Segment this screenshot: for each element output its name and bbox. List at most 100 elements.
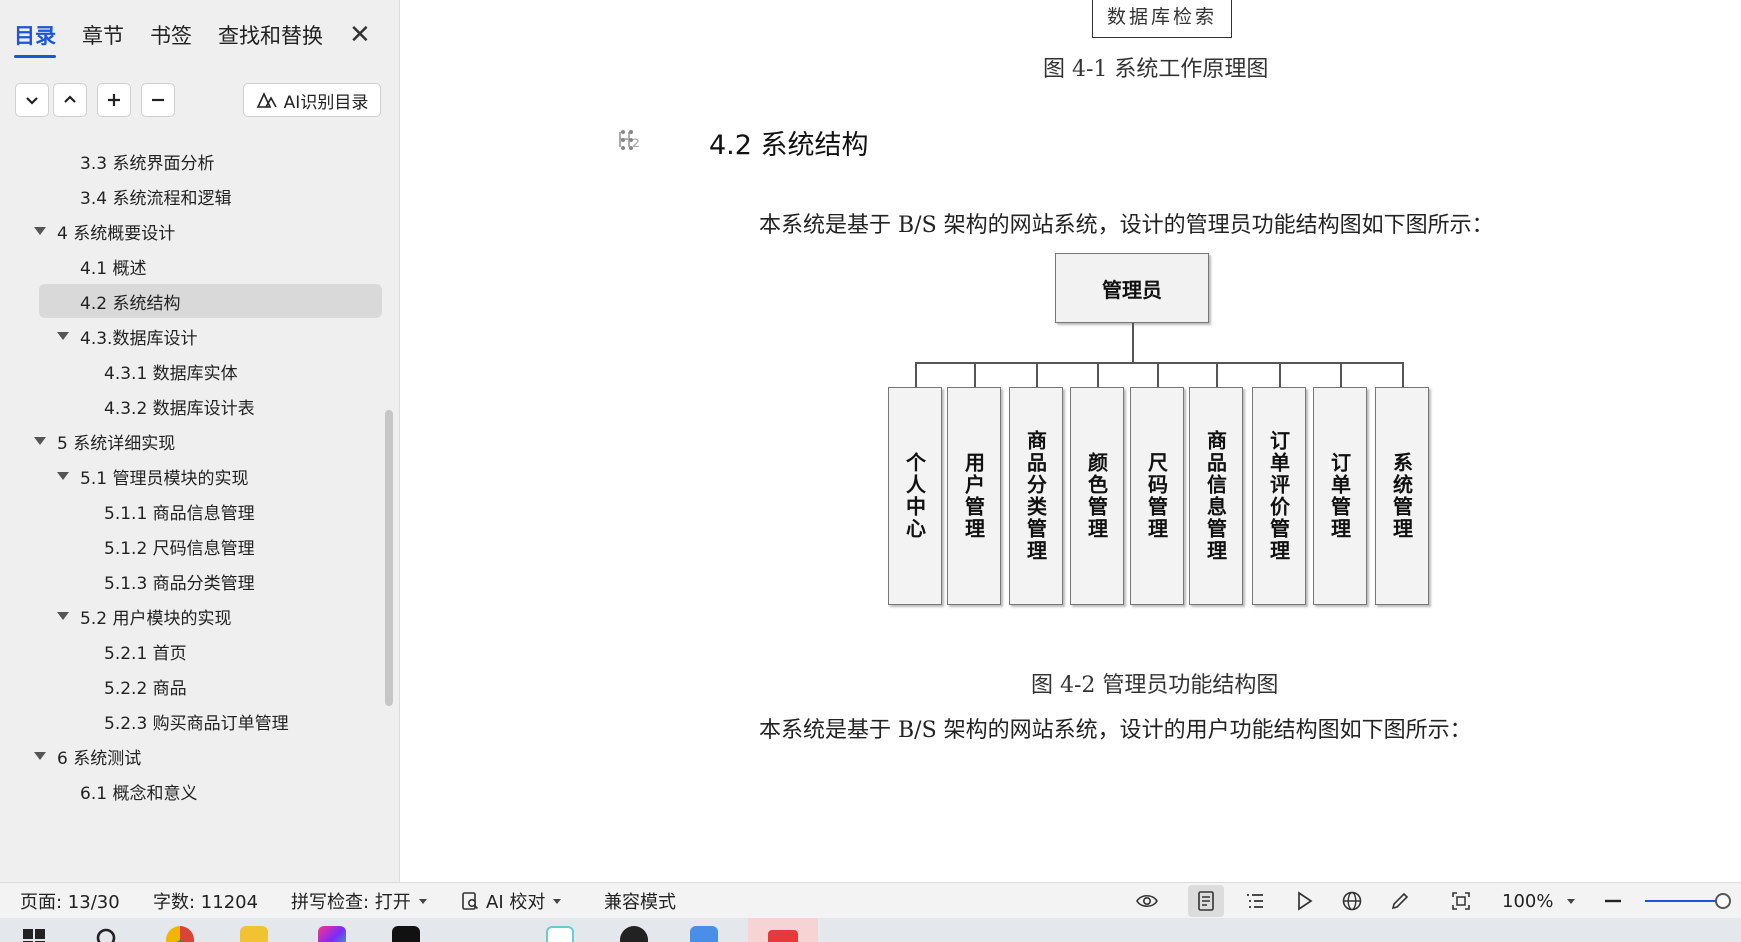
body-paragraph: 本系统是基于 B/S 架构的网站系统，设计的管理员功能结构图如下图所示： xyxy=(759,213,1494,238)
ai-toc-label: AI识别目录 xyxy=(283,92,369,113)
caret-down-icon[interactable] xyxy=(57,612,69,620)
figure-caption: 图 4-2 管理员功能结构图 xyxy=(1031,673,1279,698)
toc-item[interactable]: 4 系统概要设计 xyxy=(34,214,175,248)
toc-item[interactable]: 4.3.1 数据库实体 xyxy=(104,354,238,388)
status-bar: 页面: 13/30 字数: 11204 拼写检查: 打开 AI 校对 兼容模式 … xyxy=(0,882,1741,918)
org-child-label: 商品信息管理 xyxy=(1203,430,1228,562)
taskbar xyxy=(0,918,1741,942)
minus-icon xyxy=(152,98,164,102)
toc-item[interactable]: 4.1 概述 xyxy=(80,249,146,283)
org-connector-line xyxy=(915,362,1404,364)
toc-item[interactable]: 4.3.数据库设计 xyxy=(57,319,197,353)
page-view-icon[interactable] xyxy=(1188,885,1224,917)
toc-scrollbar[interactable] xyxy=(385,410,393,706)
toc-item[interactable]: 5.2.2 商品 xyxy=(104,669,187,703)
org-child-label: 订单评价管理 xyxy=(1266,430,1291,562)
file-explorer-icon[interactable] xyxy=(690,926,718,942)
toc-item[interactable]: 6.1 概念和意义 xyxy=(80,774,197,808)
page-indicator[interactable]: 页面: 13/30 xyxy=(20,883,120,919)
org-chart: 管理员 个人中心 用户管理 商品分类管理 颜色管理 尺码管理 商品信息管理 订单评价管理 订单… xyxy=(888,253,1448,608)
chevron-down-icon xyxy=(26,97,38,105)
caret-down-icon[interactable] xyxy=(34,437,46,445)
section-heading: 4.2 系统结构 xyxy=(709,130,869,161)
qq-icon[interactable] xyxy=(546,926,574,942)
toc-item[interactable]: 6 系统测试 xyxy=(34,739,141,773)
org-child-node: 系统管理 xyxy=(1375,387,1429,605)
toc-item-selected[interactable]: 4.2 系统结构 xyxy=(39,284,382,318)
org-connector-line xyxy=(915,362,917,387)
proofread-icon xyxy=(462,892,479,910)
ai-proofread-button[interactable]: AI 校对 xyxy=(460,883,562,919)
caret-down-icon[interactable] xyxy=(34,752,46,760)
zoom-out-icon[interactable] xyxy=(1600,888,1626,914)
caret-down-icon xyxy=(418,898,427,904)
tab-toc[interactable]: 目录 xyxy=(14,20,56,58)
close-icon[interactable]: ✕ xyxy=(349,22,371,48)
org-child-node: 尺码管理 xyxy=(1130,387,1184,605)
word-count[interactable]: 字数: 11204 xyxy=(153,883,258,919)
fig1-diagram-box: 数据库检索 xyxy=(1092,0,1232,38)
fit-screen-icon[interactable] xyxy=(1448,888,1474,914)
zoom-slider-thumb[interactable] xyxy=(1715,893,1731,909)
toc-item[interactable]: 5.2 用户模块的实现 xyxy=(57,599,231,633)
org-child-label: 订单管理 xyxy=(1327,452,1352,540)
org-connector-line xyxy=(1097,362,1099,387)
toc-item[interactable]: 5.1.3 商品分类管理 xyxy=(104,564,255,598)
add-heading-button[interactable] xyxy=(97,83,131,117)
org-child-label: 系统管理 xyxy=(1389,452,1414,540)
toc-item[interactable]: 5 系统详细实现 xyxy=(34,424,175,458)
remove-heading-button[interactable] xyxy=(141,83,175,117)
caret-down-icon xyxy=(1567,898,1576,904)
toc-item[interactable]: 3.4 系统流程和逻辑 xyxy=(80,179,231,213)
org-child-node: 用户管理 xyxy=(947,387,1001,605)
folder-app-icon[interactable] xyxy=(240,926,268,942)
toc-item[interactable]: 5.1 管理员模块的实现 xyxy=(57,459,248,493)
org-connector-line xyxy=(1132,323,1134,363)
outline-view-icon[interactable] xyxy=(1242,888,1268,914)
caret-down-icon xyxy=(553,898,562,904)
caret-down-icon[interactable] xyxy=(34,227,46,235)
org-child-node: 订单管理 xyxy=(1313,387,1367,605)
compat-mode-label: 兼容模式 xyxy=(604,892,676,913)
zoom-dropdown[interactable]: 100% xyxy=(1502,883,1576,919)
toc-item[interactable]: 5.1.1 商品信息管理 xyxy=(104,494,255,528)
caret-down-icon[interactable] xyxy=(57,472,69,480)
play-icon[interactable] xyxy=(1291,888,1317,914)
tab-chapters[interactable]: 章节 xyxy=(82,20,124,50)
org-connector-line xyxy=(1279,362,1281,387)
windows-start-icon[interactable] xyxy=(20,926,48,942)
org-child-label: 尺码管理 xyxy=(1144,452,1169,540)
jetbrains-icon[interactable] xyxy=(318,926,346,942)
spell-check-toggle[interactable]: 拼写检查: 打开 xyxy=(291,883,427,919)
tab-bookmarks[interactable]: 书签 xyxy=(150,20,192,50)
tab-find-replace[interactable]: 查找和替换 xyxy=(218,20,323,50)
body-paragraph: 本系统是基于 B/S 架构的网站系统，设计的用户功能结构图如下图所示： xyxy=(759,718,1472,743)
ai-toc-button[interactable]: AI识别目录 xyxy=(243,83,381,117)
drag-handle-icon[interactable] xyxy=(620,129,634,151)
caret-down-icon[interactable] xyxy=(57,332,69,340)
web-view-icon[interactable] xyxy=(1339,888,1365,914)
terminal-icon[interactable] xyxy=(392,926,420,942)
vpn-icon[interactable] xyxy=(620,926,648,942)
pen-icon[interactable] xyxy=(1387,888,1413,914)
toc-item[interactable]: 4.3.2 数据库设计表 xyxy=(104,389,255,423)
document-page[interactable]: 数据库检索 图 4-1 系统工作原理图 H₂ 4.2 系统结构 本系统是基于 B… xyxy=(552,0,1741,882)
org-child-node: 商品分类管理 xyxy=(1009,387,1063,605)
org-child-label: 颜色管理 xyxy=(1084,452,1109,540)
search-icon[interactable] xyxy=(94,926,122,942)
expand-button[interactable] xyxy=(15,83,49,117)
org-connector-line xyxy=(974,362,976,387)
toc-toolbar: AI识别目录 xyxy=(15,83,381,117)
chrome-icon[interactable] xyxy=(166,926,194,942)
zoom-slider-track[interactable] xyxy=(1645,900,1720,902)
toc-item[interactable]: 5.2.1 首页 xyxy=(104,634,187,668)
toc-item[interactable]: 5.2.3 购买商品订单管理 xyxy=(104,704,289,738)
toc-item[interactable]: 5.1.2 尺码信息管理 xyxy=(104,529,255,563)
wps-icon[interactable] xyxy=(748,918,818,942)
plus-icon xyxy=(108,94,120,106)
collapse-button[interactable] xyxy=(53,83,87,117)
toc-item[interactable]: 3.3 系统界面分析 xyxy=(80,144,214,178)
eye-icon[interactable] xyxy=(1134,888,1160,914)
org-connector-line xyxy=(1402,362,1404,387)
ai-icon xyxy=(256,92,277,108)
